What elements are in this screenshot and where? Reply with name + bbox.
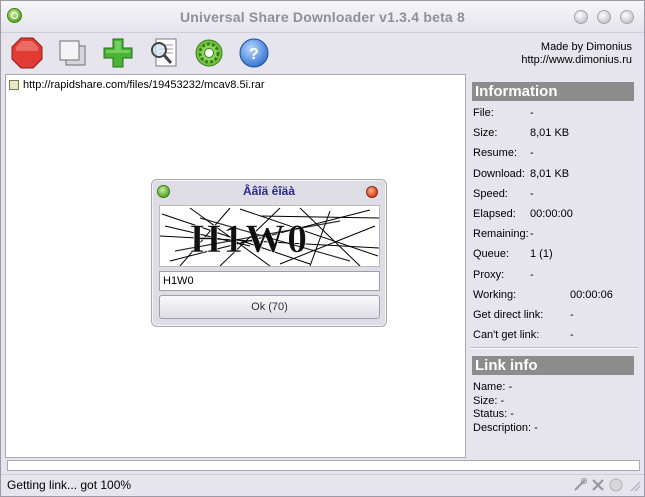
toolbar: ? Made by Dimonius http://www.dimonius.r… — [1, 33, 644, 73]
info-label: Elapsed: — [473, 208, 516, 220]
info-label: Can't get link: — [473, 329, 540, 342]
download-list[interactable]: http://rapidshare.com/files/19453232/mca… — [5, 74, 466, 458]
window-title: Universal Share Downloader v1.3.4 beta 8 — [179, 9, 465, 25]
info-value: - — [530, 268, 534, 281]
close-button[interactable] — [620, 10, 634, 24]
info-label: Resume: — [473, 147, 518, 160]
title-bar[interactable]: Universal Share Downloader v1.3.4 beta 8 — [1, 1, 644, 33]
info-panel: Information File: - Size: 8,01 KB Resume: - Do… — [467, 74, 643, 458]
captcha-image: H1W0 — [159, 205, 380, 267]
link-info-row: Name: - — [473, 381, 513, 393]
link-info-row: Description: - — [473, 421, 538, 434]
info-value: - — [570, 309, 574, 321]
settings-icon[interactable] — [193, 37, 225, 69]
info-label: Get direct link: — [473, 309, 544, 321]
tools-icon[interactable] — [573, 478, 587, 492]
ok-button[interactable]: Ok (70) — [159, 295, 380, 319]
captcha-input[interactable] — [159, 271, 380, 291]
link-info-row: Size: - — [473, 394, 505, 407]
list-item[interactable]: http://rapidshare.com/files/19453232/mca… — [9, 78, 265, 92]
add-icon[interactable] — [102, 37, 134, 69]
info-label: Working: — [473, 288, 517, 301]
made-by-text: Made by Dimonius — [540, 41, 632, 53]
author-site-link[interactable]: http://www.dimonius.ru — [521, 54, 632, 67]
info-label: File: — [473, 107, 494, 119]
info-label: Download: — [473, 167, 525, 180]
link-info-row: Status: - — [473, 408, 514, 420]
main-window: Universal Share Downloader v1.3.4 beta 8 — [0, 0, 645, 497]
dialog-close-icon[interactable] — [366, 186, 378, 198]
progress-bar — [7, 460, 640, 471]
progress-fill — [8, 461, 639, 470]
tools-alt-icon[interactable] — [591, 478, 605, 492]
stop-icon[interactable] — [11, 37, 43, 69]
author-credit: Made by Dimonius http://www.dimonius.ru — [521, 41, 632, 67]
info-label: Proxy: — [473, 268, 505, 281]
info-label: Queue: — [473, 248, 510, 261]
info-value: 00:00:00 — [530, 208, 573, 220]
info-label: Speed: — [473, 187, 508, 200]
info-value: 1 (1) — [530, 248, 553, 261]
dialog-title: Ââîä êîäà — [242, 184, 296, 198]
info-label: Remaining: — [473, 228, 529, 241]
info-label: Size: — [473, 127, 498, 140]
search-document-icon[interactable] — [148, 37, 180, 69]
svg-text:H1W0: H1W0 — [190, 216, 309, 261]
help-icon[interactable]: ? — [238, 37, 270, 69]
resize-grip-icon[interactable] — [627, 478, 641, 492]
link-checkbox[interactable] — [9, 80, 19, 90]
status-light-icon — [609, 478, 623, 492]
link-info-heading: Link info — [472, 356, 634, 375]
svg-text:?: ? — [249, 46, 259, 63]
info-value: - — [530, 147, 534, 160]
info-value: - — [530, 187, 534, 200]
minimize-button[interactable] — [574, 10, 588, 24]
link-url: http://rapidshare.com/files/19453232/mca… — [23, 79, 265, 91]
info-value: 8,01 KB — [530, 167, 570, 180]
copy-icon[interactable] — [56, 37, 88, 69]
divider — [470, 347, 638, 349]
info-value: 00:00:06 — [570, 288, 613, 301]
maximize-button[interactable] — [597, 10, 611, 24]
info-value: - — [570, 329, 574, 342]
info-value: - — [530, 228, 534, 241]
status-bar: Getting link... got 100% — [1, 474, 644, 496]
status-text: Getting link... got 100% — [7, 478, 132, 492]
information-heading: Information — [472, 82, 634, 101]
captcha-graphic: H1W0 — [160, 207, 379, 266]
info-value: - — [530, 107, 534, 119]
captcha-dialog: Ââîä êîäà H1W0 H1W0 Ok (70) — [151, 179, 387, 327]
info-value: 8,01 KB — [530, 127, 570, 140]
